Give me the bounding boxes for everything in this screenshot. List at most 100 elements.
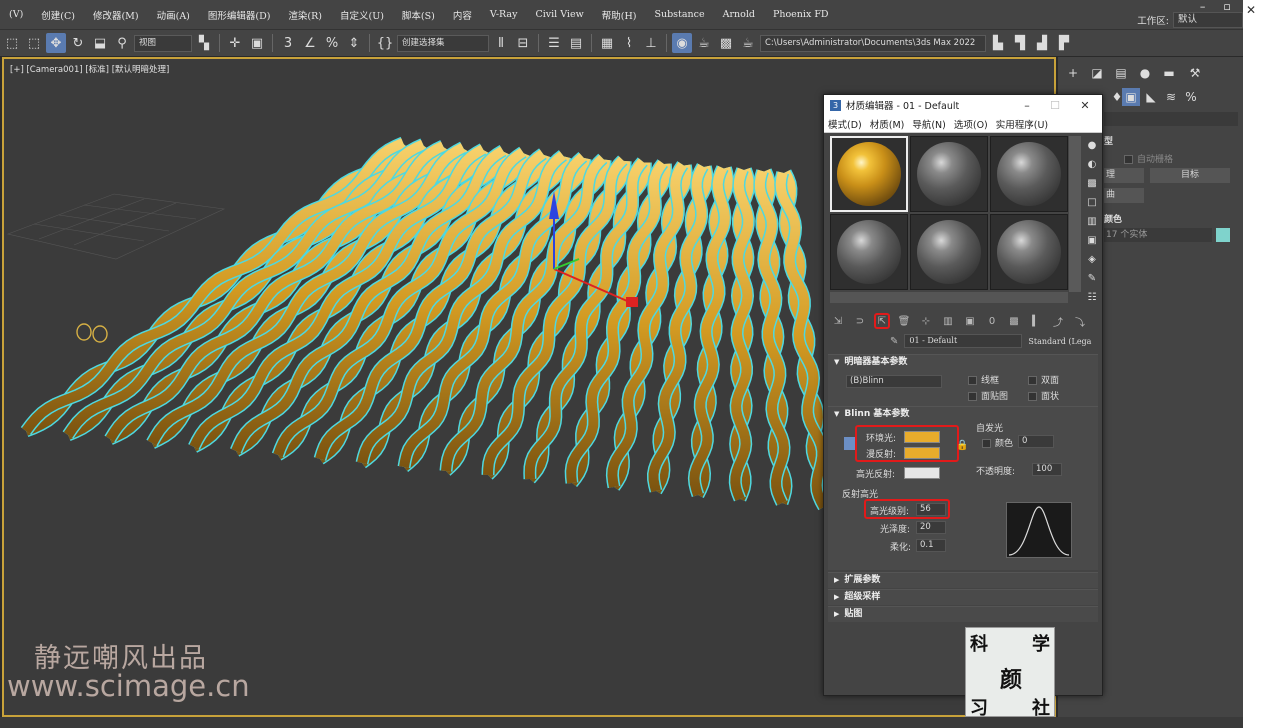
menu-material[interactable]: 材质(M): [866, 117, 909, 131]
menu-options[interactable]: 选项(O): [950, 117, 992, 131]
menu-item-customize[interactable]: 自定义(U): [331, 8, 393, 22]
rollout-header[interactable]: ▶ 贴图: [828, 607, 1098, 621]
material-name-field[interactable]: 01 - Default: [904, 334, 1023, 348]
align-icon[interactable]: ⊟: [513, 33, 533, 53]
select-region-icon[interactable]: ⬚: [2, 33, 22, 53]
select-manipulate-icon[interactable]: ✛: [225, 33, 245, 53]
close-icon[interactable]: ✕: [1246, 3, 1256, 17]
ambient-color-swatch[interactable]: [904, 431, 940, 443]
object-type-button[interactable]: 理: [1104, 168, 1144, 183]
material-navigator-icon[interactable]: ☷: [1083, 288, 1101, 307]
go-to-parent-icon[interactable]: ⤴: [1050, 313, 1066, 329]
hierarchy-icon[interactable]: ▤: [1112, 64, 1130, 82]
options-icon[interactable]: ◈: [1083, 250, 1101, 269]
percent-snap-icon[interactable]: %: [322, 33, 342, 53]
helpers-icon[interactable]: ◣: [1142, 88, 1160, 106]
scene-explorer-icon[interactable]: ☰: [544, 33, 564, 53]
go-forward-icon[interactable]: ⤵: [1072, 313, 1088, 329]
put-to-library-icon[interactable]: ▣: [962, 313, 978, 329]
material-editor-icon[interactable]: ◉: [672, 33, 692, 53]
extended-params-rollout[interactable]: ▶ 扩展参数: [828, 572, 1098, 588]
place-icon[interactable]: ⚲: [112, 33, 132, 53]
render-message-icon[interactable]: ▛: [1054, 33, 1074, 53]
minimize-icon[interactable]: –: [1014, 95, 1040, 115]
keyboard-shortcut-icon[interactable]: ▣: [247, 33, 267, 53]
glossiness-spinner[interactable]: 20: [916, 521, 946, 534]
sample-slot-2[interactable]: [910, 136, 988, 212]
assign-material-icon[interactable]: ⇱: [874, 313, 890, 329]
modify-icon[interactable]: ◪: [1088, 64, 1106, 82]
angle-snap-icon[interactable]: ∠: [300, 33, 320, 53]
menu-item-content[interactable]: 内容: [444, 8, 481, 22]
menu-item-create[interactable]: 创建(C): [32, 8, 84, 22]
auto-grid-checkbox[interactable]: 自动栅格: [1124, 152, 1173, 165]
opacity-spinner[interactable]: 100: [1032, 463, 1062, 476]
menu-item-view[interactable]: (V): [0, 9, 32, 20]
selection-set-dropdown[interactable]: 创建选择集: [397, 34, 489, 52]
snap-3d-icon[interactable]: 3: [278, 33, 298, 53]
two-sided-checkbox[interactable]: 双面: [1028, 373, 1059, 386]
workspace-dropdown[interactable]: 默认: [1173, 12, 1243, 28]
make-copy-icon[interactable]: ⊹: [918, 313, 934, 329]
make-unique-icon[interactable]: ▥: [940, 313, 956, 329]
sample-slot-4[interactable]: [830, 214, 908, 290]
menu-item-graph-editors[interactable]: 图形编辑器(D): [199, 8, 280, 22]
menu-item-phoenix[interactable]: Phoenix FD: [764, 9, 838, 20]
pivot-icon[interactable]: ▚: [194, 33, 214, 53]
menu-utilities[interactable]: 实用程序(U): [992, 117, 1052, 131]
video-color-check-icon[interactable]: ▥: [1083, 212, 1101, 231]
scale-icon[interactable]: ⬓: [90, 33, 110, 53]
render-queue-icon[interactable]: ▜: [1010, 33, 1030, 53]
menu-item-vray[interactable]: V-Ray: [481, 9, 527, 20]
sample-slot-6[interactable]: [990, 214, 1068, 290]
backlight-icon[interactable]: ◐: [1083, 155, 1101, 174]
view-dropdown[interactable]: 视图: [134, 34, 192, 52]
face-map-checkbox[interactable]: 面贴图: [968, 389, 1008, 402]
delete-icon[interactable]: 🗑: [896, 313, 912, 329]
eyedropper-icon[interactable]: ✎: [890, 336, 898, 347]
systems-icon[interactable]: %: [1182, 88, 1200, 106]
diffuse-color-swatch[interactable]: [904, 447, 940, 459]
select-object-icon[interactable]: ⬚: [24, 33, 44, 53]
sample-uv-icon[interactable]: □: [1083, 193, 1101, 212]
utilities-icon[interactable]: ⚒: [1186, 64, 1204, 82]
create-icon[interactable]: +: [1064, 64, 1082, 82]
target-button[interactable]: 目标: [1150, 168, 1230, 183]
sample-slot-1[interactable]: [830, 136, 908, 212]
wire-checkbox[interactable]: 线框: [968, 373, 999, 386]
spec-level-spinner[interactable]: 56: [916, 503, 946, 516]
sample-slot-3[interactable]: [990, 136, 1068, 212]
select-by-material-icon[interactable]: ✎: [1083, 269, 1101, 288]
menu-item-help[interactable]: 帮助(H): [593, 8, 646, 22]
slot-horizontal-scrollbar[interactable]: [830, 292, 1068, 303]
show-end-result-icon[interactable]: ▍: [1028, 313, 1044, 329]
sample-slot-5[interactable]: [910, 214, 988, 290]
menu-modes[interactable]: 模式(D): [824, 117, 866, 131]
background-icon[interactable]: ▩: [1083, 174, 1101, 193]
slot-vertical-scrollbar[interactable]: [1069, 136, 1081, 292]
layer-explorer-icon[interactable]: ▤: [566, 33, 586, 53]
shader-type-dropdown[interactable]: (B)Blinn: [846, 375, 942, 388]
soften-spinner[interactable]: 0.1: [916, 539, 946, 552]
maps-rollout[interactable]: ▶ 贴图: [828, 606, 1098, 622]
get-material-icon[interactable]: ⇲: [830, 313, 846, 329]
curve-editor-icon[interactable]: ⌇: [619, 33, 639, 53]
rollout-header[interactable]: ▼ Blinn 基本参数: [828, 407, 1098, 421]
edit-named-selection-icon[interactable]: {}: [375, 33, 395, 53]
rotate-icon[interactable]: ↻: [68, 33, 88, 53]
category-dropdown[interactable]: [1104, 112, 1238, 126]
project-folder-icon[interactable]: ▙: [988, 33, 1008, 53]
lock-icon[interactable]: 🔒: [956, 440, 968, 451]
sample-type-icon[interactable]: ●: [1083, 136, 1101, 155]
project-path-dropdown[interactable]: C:\Users\Administrator\Documents\3ds Max…: [760, 34, 986, 52]
maximize-icon[interactable]: ☐: [1042, 95, 1068, 115]
color-checkbox[interactable]: 颜色: [982, 436, 1013, 449]
menu-item-scripting[interactable]: 脚本(S): [393, 8, 444, 22]
menu-item-modifiers[interactable]: 修改器(M): [84, 8, 148, 22]
render-setup-icon[interactable]: ☕: [694, 33, 714, 53]
material-type-button[interactable]: Standard (Lega: [1028, 337, 1091, 346]
object-name-field[interactable]: 17 个实体: [1104, 228, 1212, 242]
close-icon[interactable]: ✕: [1072, 95, 1098, 115]
rollout-header[interactable]: ▼ 明暗器基本参数: [828, 355, 1098, 369]
display-icon[interactable]: ▬: [1160, 64, 1178, 82]
